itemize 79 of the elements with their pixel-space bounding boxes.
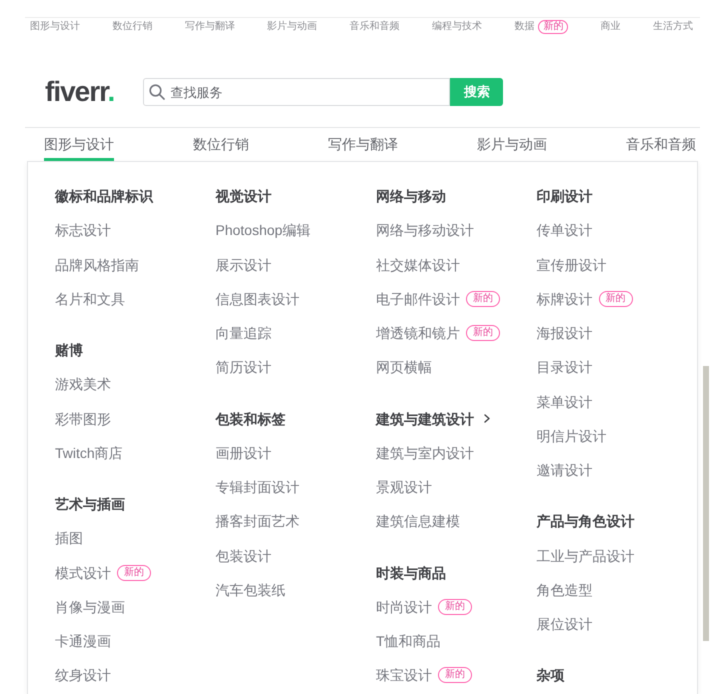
- subcategory-link[interactable]: 增透镜和镜片 新的: [376, 324, 500, 342]
- category-heading-link[interactable]: 网络与移动: [376, 187, 446, 206]
- new-badge: 新的: [466, 290, 500, 307]
- subcategory-link[interactable]: 游戏美术: [55, 375, 111, 394]
- category-heading-link[interactable]: 印刷设计: [536, 187, 592, 206]
- subcategory-link[interactable]: 品牌风格指南: [55, 256, 139, 274]
- subcategory-link[interactable]: 汽车包装纸: [216, 580, 286, 599]
- subcategory-link[interactable]: 包装设计: [216, 546, 272, 565]
- category-heading-link[interactable]: 包装和标签: [216, 410, 286, 428]
- subcategory-link[interactable]: 工业与产品设计: [536, 546, 634, 565]
- top-nav-link[interactable]: 数位行销: [112, 20, 152, 32]
- new-badge: 新的: [538, 20, 568, 34]
- subcategory-link[interactable]: 电子邮件设计 新的: [376, 290, 500, 308]
- subcategory-link[interactable]: 菜单设计: [536, 392, 592, 411]
- subcategory-link[interactable]: 网页横幅: [376, 358, 432, 376]
- top-nav-link[interactable]: 生活方式: [653, 20, 693, 32]
- subcategory-link[interactable]: 画册设计: [216, 444, 272, 462]
- category-heading-link[interactable]: 艺术与插画: [55, 495, 125, 514]
- category-tab[interactable]: 写作与翻译: [328, 128, 398, 161]
- new-badge: 新的: [117, 564, 151, 581]
- category-heading-link[interactable]: 建筑与建筑设计: [376, 410, 490, 428]
- subcategory-link[interactable]: 专辑封面设计: [216, 478, 300, 496]
- subcategory-link[interactable]: Photoshop编辑: [216, 221, 310, 240]
- new-badge: 新的: [438, 667, 472, 684]
- subcategory-link[interactable]: 标牌设计 新的: [536, 290, 632, 308]
- subcategory-link[interactable]: 信息图表设计: [216, 290, 300, 308]
- subcategory-link[interactable]: 角色造型: [536, 580, 592, 599]
- subcategory-link[interactable]: 海报设计: [536, 324, 592, 342]
- subcategory-link[interactable]: 纹身设计: [55, 666, 111, 684]
- subcategory-link[interactable]: 播客封面艺术: [216, 512, 300, 530]
- subcategory-link[interactable]: 建筑与室内设计: [376, 444, 474, 462]
- subcategory-link[interactable]: 邀请设计: [536, 461, 592, 480]
- top-nav-link[interactable]: 图形与设计: [30, 20, 80, 32]
- subcategory-link[interactable]: 建筑信息建模: [376, 512, 460, 530]
- subcategory-link[interactable]: 展示设计: [216, 256, 272, 274]
- search-button[interactable]: 搜索: [450, 78, 504, 106]
- search-icon: [149, 84, 166, 100]
- subcategory-link[interactable]: 彩带图形: [55, 410, 111, 428]
- subcategory-link[interactable]: 明信片设计: [536, 426, 606, 445]
- category-tab[interactable]: 数位行销: [193, 128, 249, 161]
- new-badge: 新的: [466, 325, 500, 342]
- subcategory-link[interactable]: 名片和文具: [55, 290, 125, 308]
- subcategory-link[interactable]: 社交媒体设计: [376, 256, 460, 274]
- category-heading-link[interactable]: 赌博: [55, 341, 83, 360]
- category-heading-link[interactable]: 时装与商品: [376, 564, 446, 582]
- subcategory-link[interactable]: 传单设计: [536, 221, 592, 240]
- search-field[interactable]: 查找服务: [143, 78, 450, 106]
- subcategory-link[interactable]: Twitch商店: [55, 444, 123, 462]
- subcategory-link[interactable]: T恤和商品: [376, 632, 441, 650]
- subcategory-link[interactable]: 卡通漫画: [55, 632, 111, 650]
- category-heading-link[interactable]: 产品与角色设计: [536, 512, 634, 530]
- subcategory-link[interactable]: 网络与移动设计: [376, 221, 474, 240]
- top-nav-link[interactable]: 音乐和音频: [350, 20, 400, 32]
- top-nav-link[interactable]: 写作与翻译: [184, 20, 235, 32]
- subcategory-link[interactable]: 珠宝设计 新的: [376, 666, 472, 684]
- logo[interactable]: fiverr.: [45, 78, 114, 106]
- subcategory-link[interactable]: 展位设计: [536, 615, 592, 634]
- subcategory-link[interactable]: 简历设计: [216, 358, 272, 376]
- category-heading-link[interactable]: 视觉设计: [216, 187, 272, 206]
- top-nav-link[interactable]: 编程与技术: [432, 20, 482, 32]
- subcategory-link[interactable]: 景观设计: [376, 478, 432, 496]
- subcategory-link[interactable]: 肖像与漫画: [55, 598, 125, 616]
- subcategory-link[interactable]: 标志设计: [55, 221, 111, 240]
- subcategory-link[interactable]: 插图: [55, 529, 83, 548]
- category-tab[interactable]: 音乐和音频: [626, 128, 696, 161]
- top-nav-link[interactable]: 数据 新的: [514, 20, 568, 34]
- category-heading-link[interactable]: 杂项: [536, 666, 564, 684]
- category-heading-link[interactable]: 徽标和品牌标识: [55, 187, 153, 206]
- subcategory-link[interactable]: 模式设计 新的: [55, 564, 151, 582]
- new-badge: 新的: [598, 290, 632, 307]
- subcategory-link[interactable]: 时尚设计 新的: [376, 598, 472, 616]
- chevron-right-icon: [484, 414, 490, 424]
- new-badge: 新的: [438, 598, 472, 615]
- category-tab[interactable]: 影片与动画: [477, 128, 547, 161]
- top-nav-link[interactable]: 影片与动画: [267, 20, 318, 32]
- subcategory-link[interactable]: 目录设计: [536, 358, 592, 376]
- subcategory-link[interactable]: 向量追踪: [216, 324, 272, 342]
- top-nav-link[interactable]: 商业: [600, 20, 621, 32]
- subcategory-link[interactable]: 宣传册设计: [536, 256, 606, 274]
